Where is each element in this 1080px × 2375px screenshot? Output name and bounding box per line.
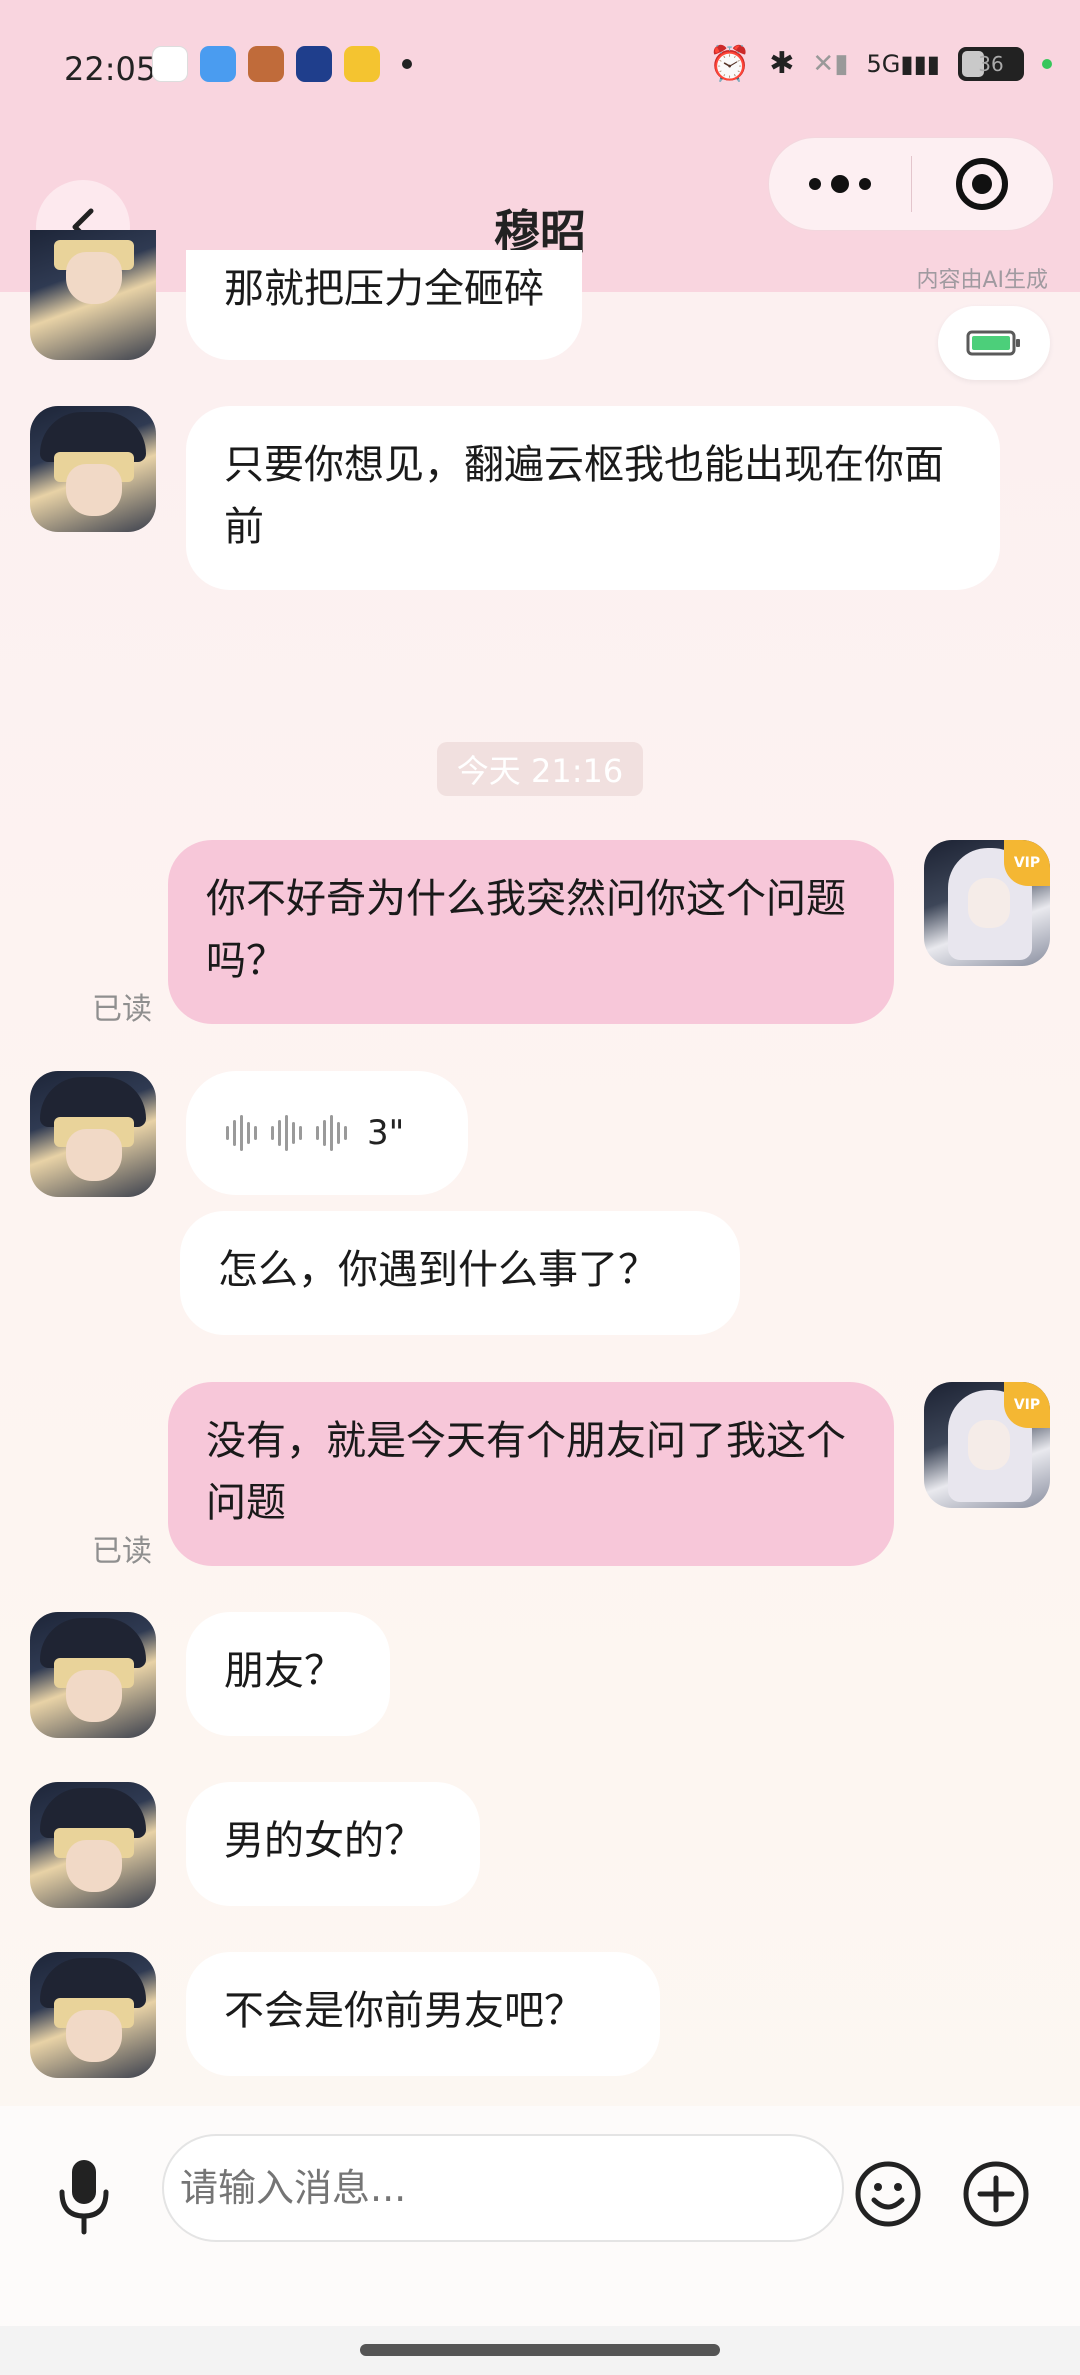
message-text: 朋友？	[224, 1648, 344, 1694]
message-bubble[interactable]: 怎么，你遇到什么事了？	[180, 1211, 740, 1335]
bot-icon	[296, 46, 332, 82]
smiley-icon	[855, 2161, 921, 2227]
ai-avatar[interactable]	[30, 230, 156, 360]
message-bubble[interactable]: 只要你想见，翻遍云枢我也能出现在你面前	[186, 406, 1000, 590]
my-avatar[interactable]: VIP	[924, 1382, 1050, 1508]
home-indicator[interactable]	[360, 2344, 720, 2356]
ai-generated-notice: 内容由AI生成	[916, 268, 1048, 293]
ai-avatar[interactable]	[30, 1612, 156, 1738]
ai-avatar[interactable]	[30, 1071, 156, 1197]
my-message-bubble[interactable]: 没有，就是今天有个朋友问了我这个问题	[168, 1382, 894, 1566]
close-button[interactable]	[912, 156, 1054, 212]
message-text: 那就把压力全砸碎	[224, 266, 544, 312]
message-bubble[interactable]: 男的女的？	[186, 1782, 480, 1906]
voice-duration: 3"	[367, 1113, 405, 1153]
privacy-dot	[1042, 59, 1052, 69]
more-button[interactable]	[769, 175, 911, 193]
top-bar: 22:05 ⏰ ✱ ✕▮ 5G▮▮▮ 36 穆昭 内容由AI生成	[0, 0, 1080, 293]
more-dot-icon	[858, 178, 871, 190]
home-indicator-bar	[0, 2326, 1080, 2375]
message-input[interactable]	[162, 2134, 844, 2242]
network-label: 5G	[866, 50, 901, 78]
voice-input-button[interactable]	[50, 2154, 118, 2238]
input-bar	[0, 2106, 1080, 2326]
weibo-icon	[344, 46, 380, 82]
message-bubble[interactable]: 那就把压力全砸碎	[186, 250, 582, 360]
ai-avatar[interactable]	[30, 1782, 156, 1908]
voice-wave-icon	[226, 1115, 257, 1151]
message-bubble[interactable]: 朋友？	[186, 1612, 390, 1736]
voice-message[interactable]: 3"	[186, 1071, 468, 1195]
battery-icon: 36	[958, 47, 1024, 81]
add-button[interactable]	[960, 2158, 1032, 2230]
message-text: 男的女的？	[224, 1818, 424, 1864]
weather-icon	[200, 46, 236, 82]
more-notifications-dot	[402, 59, 412, 69]
game-icon	[248, 46, 284, 82]
message-text: 你不好奇为什么我突然问你这个问题吗？	[206, 876, 846, 984]
qq-icon	[152, 46, 188, 82]
message-text: 只要你想见，翻遍云枢我也能出现在你面前	[224, 442, 944, 550]
message-text: 没有，就是今天有个朋友问了我这个问题	[206, 1418, 846, 1526]
battery-level: 36	[978, 52, 1004, 76]
plus-circle-icon	[963, 2161, 1029, 2227]
battery-full-icon	[966, 330, 1020, 356]
read-status: 已读	[92, 1534, 152, 1569]
my-message-bubble[interactable]: 你不好奇为什么我突然问你这个问题吗？	[168, 840, 894, 1024]
more-dot-icon	[808, 178, 821, 190]
message-text: 不会是你前男友吧？	[224, 1988, 584, 2034]
status-bar: 22:05 ⏰ ✱ ✕▮ 5G▮▮▮ 36	[0, 36, 1080, 96]
voice-wave-icon	[271, 1115, 302, 1151]
vip-badge: VIP	[1004, 1382, 1050, 1428]
voice-wave-icon	[316, 1115, 347, 1151]
time-divider: 今天 21:16	[437, 742, 643, 796]
ai-avatar[interactable]	[30, 406, 156, 532]
message-text: 怎么，你遇到什么事了？	[218, 1247, 658, 1293]
message-bubble[interactable]: 不会是你前男友吧？	[186, 1952, 660, 2076]
emoji-button[interactable]	[852, 2158, 924, 2230]
signal-off-icon: ✕▮	[812, 49, 849, 79]
energy-button[interactable]	[938, 306, 1050, 380]
target-icon	[956, 158, 1009, 210]
signal-5g-icon: 5G▮▮▮	[866, 50, 941, 78]
mini-program-capsule	[768, 137, 1054, 231]
bluetooth-icon: ✱	[769, 46, 795, 81]
notification-icons	[152, 46, 412, 82]
status-right: ⏰ ✱ ✕▮ 5G▮▮▮ 36	[709, 44, 1052, 84]
vip-badge: VIP	[1004, 840, 1050, 886]
ai-avatar[interactable]	[30, 1952, 156, 2078]
alarm-icon: ⏰	[708, 44, 752, 84]
my-avatar[interactable]: VIP	[924, 840, 1050, 966]
read-status: 已读	[92, 992, 152, 1027]
more-dot-icon	[830, 175, 849, 193]
status-time: 22:05	[64, 50, 157, 88]
microphone-icon	[59, 2160, 109, 2235]
